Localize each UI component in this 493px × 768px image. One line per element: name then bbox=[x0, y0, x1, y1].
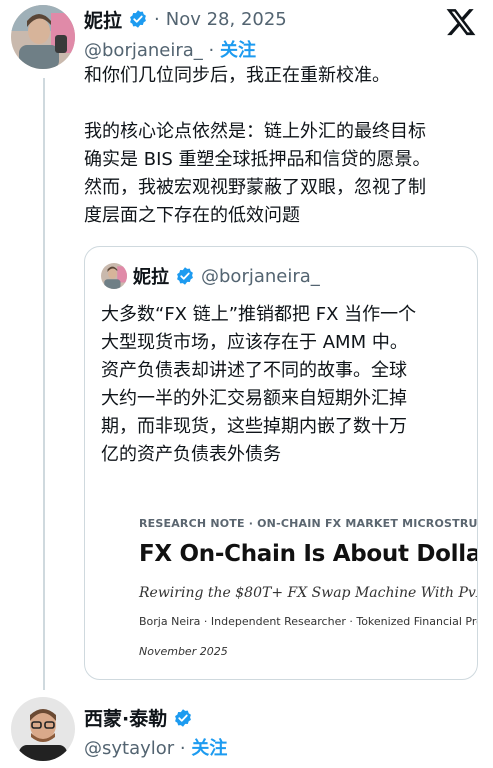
handle-row: @sytaylor · 关注 bbox=[84, 734, 227, 760]
report-preview-image[interactable]: RESEARCH NOTE · ON-CHAIN FX MARKET MICRO… bbox=[85, 499, 478, 679]
avatar[interactable] bbox=[11, 5, 75, 69]
quoted-line: 亿的资产负债表外债务 bbox=[101, 444, 281, 465]
x-logo-icon[interactable] bbox=[444, 6, 478, 38]
quoted-line: 资产负债表却讲述了不同的故事。全球 bbox=[101, 360, 407, 381]
tweet-line: 和你们几位同步后，我正在重新校准。 bbox=[84, 65, 390, 86]
tweet-line: 然而，我被宏观视野蒙蔽了双眼，忽视了制 bbox=[84, 177, 426, 198]
thread-line bbox=[43, 78, 45, 690]
quoted-author-name: 妮拉 bbox=[133, 267, 169, 288]
quoted-author-handle: @borjaneira_ bbox=[201, 265, 320, 287]
avatar-photo bbox=[101, 263, 127, 289]
quoted-tweet-body: 大多数“FX 链上”推销都把 FX 当作一个 大型现货市场，应该存在于 AMM … bbox=[101, 301, 471, 469]
tweet-date[interactable]: Nov 28, 2025 bbox=[166, 9, 287, 30]
verified-badge-icon bbox=[177, 267, 193, 285]
verified-badge-icon bbox=[130, 10, 146, 28]
avatar-photo bbox=[11, 5, 75, 69]
report-date: November 2025 bbox=[139, 645, 228, 658]
quoted-avatar bbox=[101, 263, 127, 289]
separator-dot: · bbox=[179, 738, 186, 759]
follow-button[interactable]: 关注 bbox=[220, 40, 256, 61]
report-authors: Borja Neira · Independent Researcher · T… bbox=[139, 615, 478, 628]
author-name[interactable]: 西蒙·泰勒 bbox=[84, 704, 167, 731]
quoted-line: 大多数“FX 链上”推销都把 FX 当作一个 bbox=[101, 304, 417, 325]
handle-row: @borjaneira_ · 关注 bbox=[84, 36, 256, 62]
separator-dot: · bbox=[154, 8, 160, 30]
tweet-header: 妮拉 · Nov 28, 2025 bbox=[84, 6, 287, 32]
separator-dot: · bbox=[208, 40, 215, 61]
report-subtitle: Rewiring the $80T+ FX Swap Machine With … bbox=[139, 585, 477, 601]
tweet-line bbox=[84, 90, 484, 118]
quoted-line: 大型现货市场，应该存在于 AMM 中。 bbox=[101, 332, 408, 353]
next-tweet-header: 西蒙·泰勒 bbox=[84, 704, 193, 731]
report-label: RESEARCH NOTE · ON-CHAIN FX MARKET MICRO… bbox=[139, 517, 478, 530]
avatar[interactable] bbox=[11, 697, 75, 761]
quoted-tweet-header: 妮拉 @borjaneira_ bbox=[101, 263, 320, 289]
author-handle[interactable]: @sytaylor bbox=[84, 738, 174, 759]
author-handle[interactable]: @borjaneira_ bbox=[84, 40, 203, 61]
tweet-body: 和你们几位同步后，我正在重新校准。 我的核心论点依然是：链上外汇的最终目标 确实… bbox=[84, 62, 484, 230]
quoted-tweet-card[interactable]: 妮拉 @borjaneira_ 大多数“FX 链上”推销都把 FX 当作一个 大… bbox=[84, 246, 478, 680]
tweet-line: 度层面之下存在的低效问题 bbox=[84, 205, 300, 226]
quoted-line: 大约一半的外汇交易额来自短期外汇掉 bbox=[101, 388, 407, 409]
report-title: FX On-Chain Is About Dollar Fun bbox=[139, 541, 477, 567]
quoted-line: 期，而非现货，这些掉期内嵌了数十万 bbox=[101, 416, 407, 437]
tweet-line: 我的核心论点依然是：链上外汇的最终目标 bbox=[84, 121, 426, 142]
follow-button[interactable]: 关注 bbox=[191, 738, 227, 759]
verified-badge-icon bbox=[175, 708, 192, 727]
avatar-photo bbox=[11, 697, 75, 761]
tweet-line: 确实是 BIS 重塑全球抵押品和信贷的愿景。 bbox=[84, 149, 431, 170]
author-name[interactable]: 妮拉 bbox=[84, 6, 122, 33]
